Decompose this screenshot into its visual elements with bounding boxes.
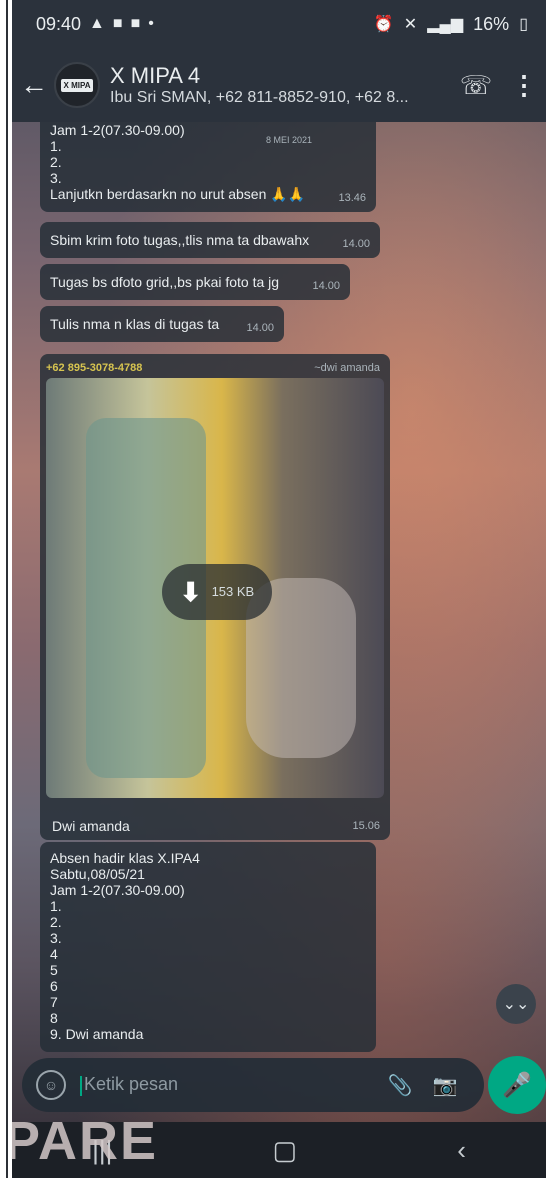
message-line: 4 — [50, 946, 58, 962]
chat-participants: Ibu Sri SMAN, +62 811-8852-910, +62 8... — [110, 89, 409, 106]
add-call-icon[interactable]: ☏ — [450, 70, 502, 101]
message-line: 7 — [50, 994, 58, 1010]
download-button[interactable]: ⬇ 153 KB — [162, 564, 272, 620]
date-label: 8 MEI 2021 — [265, 135, 312, 145]
message-line: 1. — [50, 898, 62, 914]
message-bubble[interactable]: Tulis nma n klas di tugas ta 14.00 — [40, 306, 284, 342]
blurred-image[interactable]: ⬇ 153 KB — [46, 378, 384, 798]
message-line: 9. Dwi amanda — [50, 1026, 144, 1042]
message-text: Tugas bs dfoto grid,,bs pkai foto ta jg — [50, 274, 280, 290]
back-arrow-icon[interactable]: ← — [14, 69, 54, 101]
avatar-text: X MIPA — [60, 78, 94, 92]
alarm-icon: ⏰ — [373, 16, 394, 33]
message-line: 3. — [50, 170, 62, 186]
download-arrow-icon: ⬇ — [179, 577, 202, 607]
download-size: 153 KB — [211, 584, 255, 599]
status-bar: 09:40 ▲ ■ ■ • ⏰ ✕ ▂▄▆ 16% ▯ — [12, 0, 546, 48]
paperclip-icon[interactable]: 📎 — [380, 1073, 420, 1098]
image-message-bubble[interactable]: +62 895-3078-4788 ~dwi amanda ⬇ 153 KB D… — [40, 354, 390, 840]
warning-icon: ▲ — [89, 15, 105, 32]
message-time: 14.00 — [246, 322, 274, 334]
chat-header: ← X MIPA X MIPA 4 Ibu Sri SMAN, +62 811-… — [12, 48, 546, 122]
message-time: 13.46 — [338, 192, 366, 204]
message-line: Absen hadir klas X.IPA4 — [50, 850, 200, 866]
more-options-icon[interactable]: ⋮ — [502, 70, 546, 101]
signal-icon: ▂▄▆ — [427, 16, 464, 33]
message-time: 15.06 — [352, 820, 380, 832]
border-line — [6, 0, 8, 1178]
message-line: 1. — [50, 138, 62, 154]
message-line: Jam 1-2(07.30-09.00) — [50, 122, 185, 138]
message-line: 8 — [50, 1010, 58, 1026]
message-line: 2. — [50, 914, 62, 930]
screenshot-border — [0, 0, 12, 1178]
message-line: 6 — [50, 978, 58, 994]
message-line: 3. — [50, 930, 62, 946]
nav-back-icon[interactable]: ‹ — [457, 1135, 466, 1166]
message-text: Tulis nma n klas di tugas ta — [50, 316, 220, 332]
chat-title-block[interactable]: X MIPA 4 Ibu Sri SMAN, +62 811-8852-910,… — [110, 63, 450, 107]
group-avatar[interactable]: X MIPA — [54, 62, 100, 108]
message-bubble[interactable]: Sbim krim foto tugas,,tlis nma ta dbawah… — [40, 222, 380, 258]
battery-icon: ▯ — [519, 16, 528, 33]
home-icon[interactable]: ▢ — [273, 1135, 298, 1166]
emoji-icon[interactable]: ☺ — [36, 1070, 66, 1100]
sender-alias: ~dwi amanda — [314, 362, 380, 374]
image-caption: Dwi amanda — [52, 818, 130, 834]
message-line: Jam 1-2(07.30-09.00) — [50, 882, 185, 898]
watermark-logo: PARE — [12, 1111, 159, 1171]
scroll-to-bottom-icon[interactable]: ⌄⌄ — [496, 984, 536, 1024]
message-line: 2. — [50, 154, 62, 170]
message-input[interactable]: Ketik pesan — [80, 1074, 380, 1095]
message-input-container[interactable]: ☺ Ketik pesan 📎 📷 — [22, 1058, 484, 1112]
phone-screen: 09:40 ▲ ■ ■ • ⏰ ✕ ▂▄▆ 16% ▯ ← X MIPA X M… — [12, 0, 546, 1178]
message-bubble[interactable]: Tugas bs dfoto grid,,bs pkai foto ta jg … — [40, 264, 350, 300]
microphone-icon[interactable]: 🎤 — [488, 1056, 546, 1114]
message-time: 14.00 — [312, 280, 340, 292]
message-text: Sbim krim foto tugas,,tlis nma ta dbawah… — [50, 232, 310, 248]
battery-level: 16% — [473, 13, 510, 34]
message-line: 5 — [50, 962, 58, 978]
message-bubble[interactable]: Jam 1-2(07.30-09.00) 1. 2. 3. Lanjutkn b… — [40, 122, 376, 212]
message-line: Sabtu,08/05/21 — [50, 866, 145, 882]
media-icon: ■ — [112, 15, 123, 32]
message-line: Lanjutkn berdasarkn no urut absen 🙏🙏 — [50, 186, 306, 202]
message-bubble[interactable]: Absen hadir klas X.IPA4 Sabtu,08/05/21 J… — [40, 842, 376, 1052]
mute-icon: ✕ — [403, 16, 418, 33]
dot-icon: • — [148, 15, 154, 32]
camera-icon[interactable]: 📷 — [420, 1073, 470, 1098]
media-icon-2: ■ — [130, 15, 141, 32]
message-list[interactable]: Jam 1-2(07.30-09.00) 1. 2. 3. Lanjutkn b… — [12, 122, 546, 1052]
status-time: 09:40 — [36, 13, 82, 34]
chat-title: X MIPA 4 — [110, 63, 201, 88]
message-time: 14.00 — [342, 238, 370, 250]
